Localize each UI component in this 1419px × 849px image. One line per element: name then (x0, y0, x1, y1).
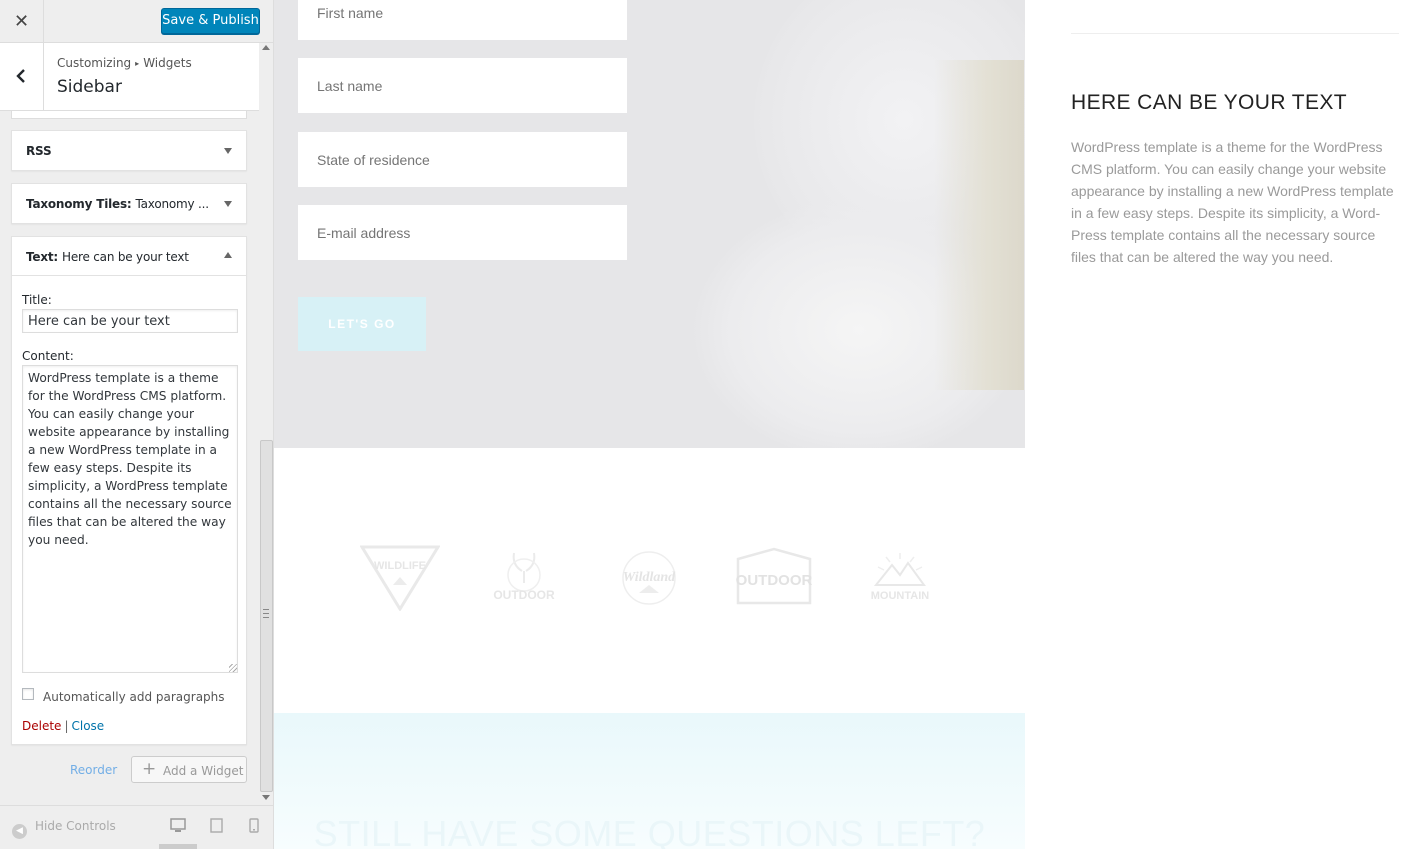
expand-arrow-icon[interactable] (224, 201, 232, 207)
title-field-label: Title: (22, 293, 52, 307)
outdoor-deer-logo: OUTDOOR (493, 552, 555, 602)
sidebar-widget-text: WordPress template is a theme for the Wo… (1071, 139, 1394, 265)
expand-arrow-icon[interactable] (224, 148, 232, 154)
back-button[interactable] (0, 43, 44, 110)
section-header: Customizing ▸ Widgets Sidebar (0, 43, 260, 111)
actions-separator: | (64, 719, 69, 733)
tablet-preview-icon[interactable] (210, 818, 223, 833)
section-title: Sidebar (57, 77, 122, 97)
customizer-panel: ✕ Save & Publish Customizing ▸ Widgets Sid… (0, 0, 274, 849)
mountain-logo: MOUNTAIN (871, 553, 930, 602)
collapse-circle-icon: ◀ (12, 824, 27, 839)
plus-icon: + (142, 759, 157, 779)
customizer-footer: ◀ Hide Controls (0, 805, 273, 849)
collapse-arrow-icon[interactable] (224, 252, 232, 258)
widget-title: RSS (26, 144, 52, 158)
lets-go-button[interactable]: LET'S GO (298, 297, 426, 351)
first-name-input[interactable] (298, 0, 627, 40)
preview-sidebar: HERE CAN BE YOUR TEXT WordPress template… (1025, 0, 1419, 849)
logo-text: Wildland (623, 570, 676, 585)
close-customizer-button[interactable]: ✕ (0, 0, 44, 43)
widget-title: Text: Here can be your text (26, 250, 189, 264)
hide-controls-label: Hide Controls (35, 819, 116, 833)
sidebar-divider (1071, 33, 1399, 34)
last-name-input[interactable] (298, 58, 627, 113)
scrollbar-grip-icon (263, 609, 269, 618)
hide-controls-button[interactable]: ◀ Hide Controls (12, 819, 116, 839)
delete-link[interactable]: Delete (22, 719, 61, 733)
widget-text: Text: Here can be your text Title: Conte… (11, 236, 247, 745)
breadcrumb-child: Widgets (143, 56, 192, 70)
outdoor-badge-logo: OUTDOOR (736, 547, 813, 605)
chevron-left-icon (16, 69, 25, 83)
breadcrumb-separator-icon: ▸ (135, 59, 140, 68)
widget-taxonomy-tiles[interactable]: Taxonomy Tiles: Taxonomy ... (11, 183, 247, 224)
customizer-topbar: ✕ Save & Publish (0, 0, 273, 43)
partner-logos-section: WILDLIFE OUTDOOR Wildland OUTDOOR MOUNTA… (274, 448, 1025, 713)
widget-rss[interactable]: RSS (11, 130, 247, 171)
site-preview: LET'S GO WILDLIFE OUTDOOR Wildland OUTDO… (274, 0, 1419, 849)
widget-name: Text: (26, 250, 59, 264)
widget-subtitle: Here can be your text (62, 250, 189, 264)
sidebar-widget-title: HERE CAN BE YOUR TEXT (1071, 91, 1348, 114)
logo-text: WILDLIFE (374, 560, 426, 572)
logo-text: OUTDOOR (493, 588, 555, 602)
close-link[interactable]: Close (71, 719, 104, 733)
auto-paragraphs-checkbox[interactable] (22, 688, 34, 700)
active-device-indicator (159, 844, 197, 849)
content-textarea[interactable]: WordPress template is a theme for the Wo… (22, 365, 238, 673)
widget-title: Taxonomy Tiles: Taxonomy ... (26, 197, 209, 211)
add-widget-button[interactable]: + Add a Widget (131, 756, 247, 783)
widget-header[interactable]: Text: Here can be your text (12, 237, 246, 276)
auto-paragraphs-label: Automatically add paragraphs (43, 690, 225, 704)
title-input[interactable] (22, 309, 238, 333)
widget-header[interactable]: RSS (12, 131, 246, 170)
logo-text: OUTDOOR (736, 572, 813, 589)
textarea-resize-handle[interactable] (229, 664, 237, 672)
wildlife-logo: WILDLIFE (360, 545, 440, 611)
logo-text: MOUNTAIN (871, 590, 930, 602)
email-input[interactable] (298, 205, 627, 260)
widget-subtitle: Taxonomy ... (135, 197, 210, 211)
desktop-preview-icon[interactable] (170, 818, 186, 833)
add-widget-label: Add a Widget (163, 764, 244, 778)
widget-header[interactable]: Taxonomy Tiles: Taxonomy ... (12, 184, 246, 223)
widget-partial-top (11, 111, 247, 119)
widget-name: Taxonomy Tiles: (26, 197, 132, 211)
widget-actions: Delete | Close (22, 719, 104, 733)
reorder-link[interactable]: Reorder (70, 763, 117, 777)
widget-name: RSS (26, 144, 52, 158)
mobile-preview-icon[interactable] (249, 818, 259, 833)
state-input[interactable] (298, 132, 627, 187)
breadcrumb: Customizing ▸ Widgets (57, 56, 192, 70)
breadcrumb-parent: Customizing (57, 56, 132, 70)
scroll-down-arrow-icon[interactable] (262, 795, 270, 800)
content-field-label: Content: (22, 349, 74, 363)
save-publish-button[interactable]: Save & Publish (161, 8, 260, 34)
hero-section: LET'S GO (274, 0, 1025, 448)
cta-section: STILL HAVE SOME QUESTIONS LEFT? (274, 713, 1025, 849)
scroll-up-arrow-icon[interactable] (262, 45, 270, 50)
cta-title: STILL HAVE SOME QUESTIONS LEFT? (313, 813, 986, 849)
wildland-logo: Wildland (622, 551, 676, 605)
hero-image-shade (934, 60, 1024, 390)
